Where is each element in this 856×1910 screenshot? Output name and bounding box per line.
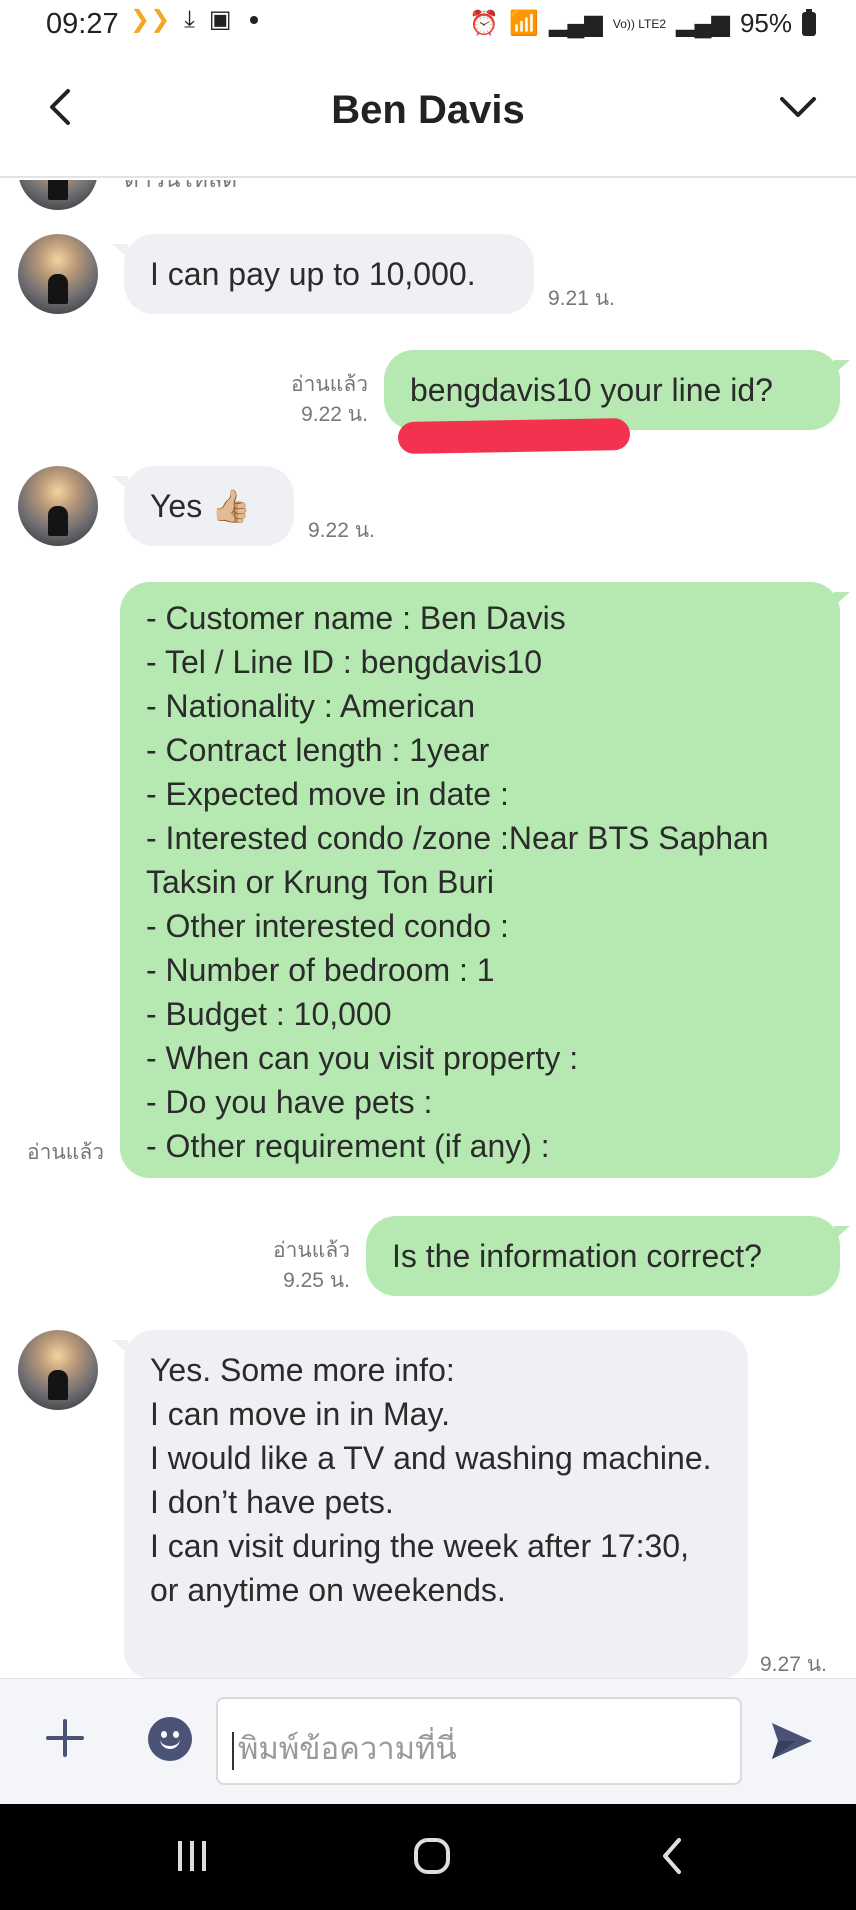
more-notifications-dot: [249, 16, 258, 24]
read-status: อ่านแล้ว: [27, 1141, 104, 1164]
status-bar: 09:27 ❯❯ ⤓ ▣ ⏰ 📶 ▂▄▆ Vo)) LTE2 ▂▄▆ 95%: [0, 0, 856, 52]
message-list[interactable]: ดาวน์โหลด I can pay up to 10,000. 9.21 น…: [0, 180, 856, 1678]
status-time: 09:27: [46, 8, 119, 40]
download-icon: ⤓: [184, 6, 195, 33]
status-system-icons: ⏰ 📶 ▂▄▆ Vo)) LTE2 ▂▄▆ 95%: [469, 8, 816, 39]
red-annotation-underline: [397, 417, 631, 455]
plus-icon[interactable]: [42, 1715, 88, 1761]
system-back-button[interactable]: [642, 1836, 702, 1876]
signal-icon: ▂▄▆: [548, 9, 603, 37]
lte-label: Vo)) LTE2: [612, 16, 667, 31]
recent-apps-icon: [178, 1841, 206, 1871]
back-arrow-icon: [663, 1838, 681, 1874]
incoming-message[interactable]: Yes 👍🏼: [124, 466, 294, 546]
message-time: 9.27 น.: [760, 1653, 827, 1676]
text-cursor: [232, 1731, 234, 1770]
battery-percent: 95%: [739, 8, 792, 38]
alarm-icon: ⏰: [469, 9, 500, 37]
signal-icon-2: ▂▄▆: [676, 9, 730, 37]
incoming-message[interactable]: Yes. Some more info: I can move in in Ma…: [124, 1330, 748, 1678]
message-input-bar: พิมพ์ข้อความที่นี่: [0, 1678, 856, 1804]
outgoing-message[interactable]: Is the information correct?: [366, 1216, 840, 1296]
partial-message: ดาวน์โหลด: [124, 180, 237, 198]
wifi-icon: 📶: [509, 9, 539, 37]
chat-header: Ben Davis: [0, 52, 856, 178]
contact-name[interactable]: Ben Davis: [0, 88, 856, 133]
message-time: 9.21 น.: [548, 287, 615, 310]
system-navigation-bar: [0, 1804, 856, 1910]
outgoing-message[interactable]: - Customer name : Ben Davis - Tel / Line…: [120, 582, 840, 1178]
battery-icon: [802, 8, 816, 36]
emoji-icon[interactable]: [148, 1717, 192, 1761]
read-status: อ่านแล้ว: [273, 1239, 350, 1262]
avatar[interactable]: [18, 234, 98, 314]
app-notification-icon: ❯❯: [130, 6, 171, 33]
avatar[interactable]: [18, 466, 98, 546]
status-notification-icons: ❯❯ ⤓ ▣: [130, 8, 258, 32]
image-icon: ▣: [208, 6, 232, 33]
message-time: 9.25 น.: [283, 1269, 350, 1292]
message-time: 9.22 น.: [308, 519, 375, 542]
home-icon: [414, 1838, 450, 1874]
chevron-down-icon: [780, 97, 816, 117]
header-menu-button[interactable]: [770, 82, 826, 132]
home-button[interactable]: [402, 1836, 462, 1876]
send-icon: [772, 1723, 812, 1759]
recent-apps-button[interactable]: [162, 1836, 222, 1876]
avatar[interactable]: [18, 180, 98, 210]
message-time: 9.22 น.: [301, 403, 368, 426]
incoming-message[interactable]: I can pay up to 10,000.: [124, 234, 534, 314]
chat-screen: 09:27 ❯❯ ⤓ ▣ ⏰ 📶 ▂▄▆ Vo)) LTE2 ▂▄▆ 95% B…: [0, 0, 856, 1910]
read-status: อ่านแล้ว: [291, 373, 368, 396]
message-input-placeholder: พิมพ์ข้อความที่นี่: [238, 1731, 457, 1767]
send-button[interactable]: [766, 1715, 818, 1767]
message-input[interactable]: พิมพ์ข้อความที่นี่: [216, 1697, 742, 1785]
avatar[interactable]: [18, 1330, 98, 1410]
